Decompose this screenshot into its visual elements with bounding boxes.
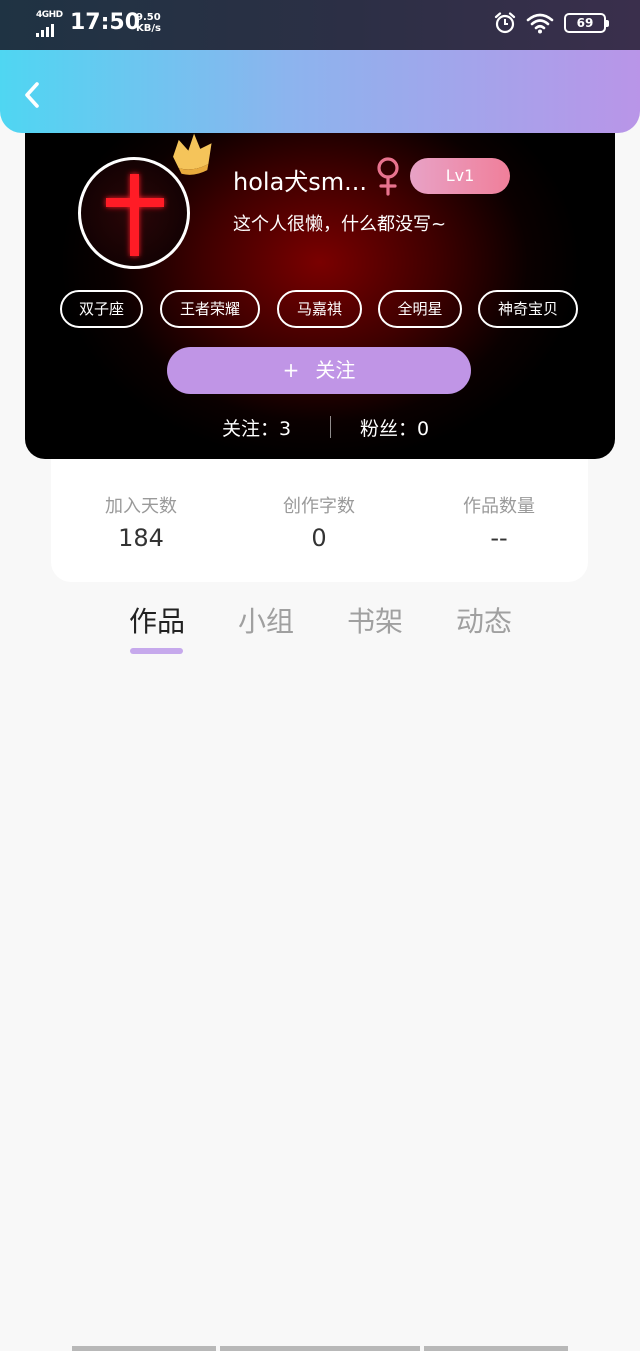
profile-card: hola犬sm... Lv1 这个人很懒，什么都没写~ 双子座 王者荣耀 马嘉祺… [25, 120, 615, 459]
follow-button-label: 关注 [315, 358, 356, 382]
follow-button[interactable]: + 关注 [167, 347, 471, 394]
status-time: 17:50 [70, 10, 141, 35]
stat-word-count: 创作字数 0 [229, 492, 409, 552]
stat-label: 作品数量 [463, 496, 535, 517]
level-badge: Lv1 [410, 158, 510, 194]
stats-divider [330, 416, 331, 438]
stat-value: 0 [311, 524, 327, 552]
signal-icon: 4GHD [36, 10, 63, 37]
network-speed-value: 9.50 [136, 12, 161, 23]
status-bar: 4GHD 17:50 9.50 KB/s 69 [0, 0, 640, 50]
tab-indicator [130, 648, 183, 654]
female-gender-icon [377, 157, 399, 196]
stat-joined-days: 加入天数 184 [51, 492, 231, 552]
plus-icon: + [282, 358, 300, 382]
tab-groups[interactable]: 小组 [211, 600, 321, 640]
network-speed-unit: KB/s [136, 23, 161, 34]
battery-level: 69 [576, 16, 594, 30]
tag-item[interactable]: 双子座 [60, 290, 143, 328]
stat-label: 创作字数 [283, 496, 355, 517]
follow-stats: 关注：3 粉丝：0 [25, 414, 615, 442]
chevron-left-icon[interactable] [18, 80, 48, 110]
stats-card: 加入天数 184 创作字数 0 作品数量 -- [51, 445, 588, 582]
stat-value: 184 [118, 524, 164, 552]
alarm-icon [494, 12, 516, 34]
following-count[interactable]: 关注：3 [222, 414, 291, 441]
network-type: 4GHD [36, 10, 63, 20]
stat-value: -- [490, 524, 508, 552]
battery-icon: 69 [564, 13, 609, 33]
crown-icon [173, 133, 212, 175]
gesture-bar-left [72, 1346, 216, 1351]
tag-item[interactable]: 王者荣耀 [160, 290, 260, 328]
tag-item[interactable]: 全明星 [378, 290, 462, 328]
gesture-bar-right [424, 1346, 568, 1351]
profile-tabs: 作品 小组 书架 动态 [0, 600, 640, 660]
tag-item[interactable]: 神奇宝贝 [478, 290, 578, 328]
tab-works[interactable]: 作品 [102, 600, 212, 640]
tab-activity[interactable]: 动态 [429, 600, 539, 640]
network-speed: 9.50 KB/s [136, 12, 161, 34]
top-header [0, 50, 640, 133]
tag-item[interactable]: 马嘉祺 [277, 290, 362, 328]
username: hola犬sm... [233, 168, 368, 196]
stat-works-count: 作品数量 -- [409, 492, 589, 552]
stat-label: 加入天数 [105, 496, 177, 517]
tab-bookshelf[interactable]: 书架 [320, 600, 430, 640]
wifi-icon [526, 13, 554, 34]
fans-count[interactable]: 粉丝：0 [360, 414, 429, 441]
tag-list: 双子座 王者荣耀 马嘉祺 全明星 神奇宝贝 [60, 290, 580, 328]
gesture-bar-center[interactable] [220, 1346, 420, 1351]
signature: 这个人很懒，什么都没写~ [233, 214, 447, 235]
